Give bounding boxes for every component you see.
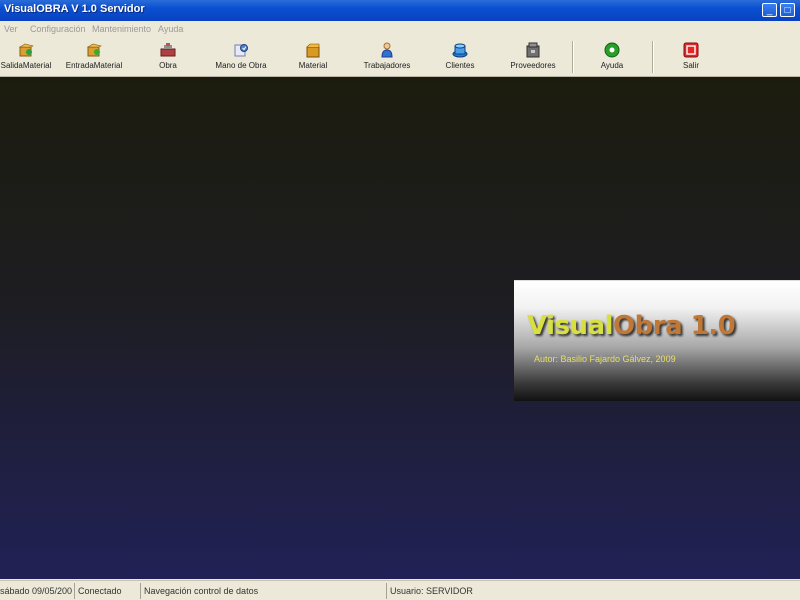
ayuda-label: Ayuda bbox=[600, 61, 624, 70]
splash-panel: VisualObra 1.0 Autor: Basilio Fajardo Gá… bbox=[514, 280, 800, 401]
labor-icon bbox=[234, 44, 248, 57]
salir-label: Salir bbox=[682, 61, 699, 70]
proveedores-label: Proveedores bbox=[510, 61, 556, 70]
entrada-material-label: EntradaMaterial bbox=[65, 61, 123, 70]
splash-author: Autor: Basilio Fajardo Gálvez, 2009 bbox=[534, 354, 676, 364]
help-icon bbox=[604, 42, 620, 58]
material-label: Material bbox=[298, 61, 328, 70]
menu-bar: Ver Configuración Mantenimiento Ayuda bbox=[0, 21, 800, 38]
status-message: Navegación control de datos bbox=[140, 583, 384, 599]
menu-ver[interactable]: Ver bbox=[4, 24, 18, 34]
toolbar: SalidaMaterial EntradaMaterial Obra Mano… bbox=[0, 38, 800, 77]
minimize-button[interactable]: _ bbox=[762, 3, 777, 17]
menu-mantenimiento[interactable]: Mantenimiento bbox=[92, 24, 151, 34]
material-out-icon bbox=[18, 43, 34, 57]
maximize-icon: □ bbox=[784, 5, 791, 16]
entrada-material-button[interactable]: EntradaMaterial bbox=[60, 40, 128, 74]
clientes-label: Clientes bbox=[445, 61, 475, 70]
trabajadores-button[interactable]: Trabajadores bbox=[358, 40, 416, 74]
status-bar: sábado 09/05/2009 Conectado Navegación c… bbox=[0, 580, 800, 600]
mano-de-obra-button[interactable]: Mano de Obra bbox=[208, 40, 274, 74]
construction-icon bbox=[160, 43, 176, 57]
title-bar[interactable]: VisualOBRA V 1.0 Servidor _ □ bbox=[0, 0, 800, 21]
box-icon bbox=[306, 43, 320, 58]
clientes-button[interactable]: Clientes bbox=[440, 40, 480, 74]
status-user: Usuario: SERVIDOR bbox=[386, 583, 800, 599]
menu-configuracion[interactable]: Configuración bbox=[30, 24, 86, 34]
main-window: VisualOBRA V 1.0 Servidor _ □ Ver Config… bbox=[0, 0, 800, 600]
suppliers-icon bbox=[526, 42, 540, 58]
status-connection: Conectado bbox=[74, 583, 138, 599]
splash-title: VisualObra 1.0 bbox=[527, 311, 736, 341]
material-in-icon bbox=[86, 43, 102, 57]
window-title: VisualOBRA V 1.0 Servidor bbox=[4, 3, 145, 15]
toolbar-separator bbox=[572, 41, 574, 73]
salida-material-button[interactable]: SalidaMaterial bbox=[0, 40, 52, 74]
salir-button[interactable]: Salir bbox=[674, 40, 708, 74]
trabajadores-label: Trabajadores bbox=[363, 61, 411, 70]
status-date: sábado 09/05/2009 bbox=[0, 586, 72, 596]
toolbar-separator bbox=[652, 41, 654, 73]
splash-title-visual: Visual bbox=[527, 311, 614, 341]
obra-button[interactable]: Obra bbox=[150, 40, 186, 74]
obra-label: Obra bbox=[159, 61, 177, 70]
ayuda-button[interactable]: Ayuda bbox=[594, 40, 630, 74]
worker-icon bbox=[381, 42, 393, 58]
menu-ayuda[interactable]: Ayuda bbox=[158, 24, 183, 34]
minimize-icon: _ bbox=[766, 5, 773, 16]
mdi-workspace: VisualObra 1.0 Autor: Basilio Fajardo Gá… bbox=[0, 77, 800, 579]
proveedores-button[interactable]: Proveedores bbox=[504, 40, 562, 74]
clients-icon bbox=[452, 43, 468, 58]
splash-title-obra: Obra 1.0 bbox=[613, 311, 736, 341]
mano-de-obra-label: Mano de Obra bbox=[215, 61, 267, 70]
material-button[interactable]: Material bbox=[294, 40, 332, 74]
exit-icon bbox=[683, 42, 699, 58]
maximize-button[interactable]: □ bbox=[780, 3, 795, 17]
salida-material-label: SalidaMaterial bbox=[0, 61, 52, 70]
